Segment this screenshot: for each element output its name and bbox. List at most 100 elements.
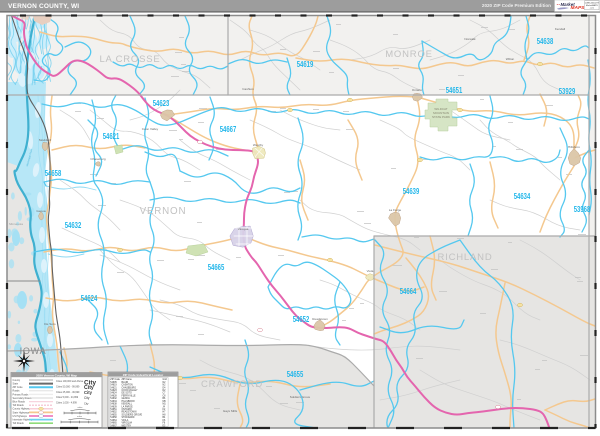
svg-text:Stoddard: Stoddard xyxy=(39,138,52,142)
svg-text:MONROE: MONROE xyxy=(385,49,433,60)
svg-text:Kendall: Kendall xyxy=(555,27,566,31)
svg-text:Wilton: Wilton xyxy=(506,57,515,61)
svg-text:GENOA: GENOA xyxy=(122,397,131,400)
svg-text:Genoa: Genoa xyxy=(36,209,46,213)
svg-text:STODDARD: STODDARD xyxy=(122,416,135,419)
svg-text:54665: 54665 xyxy=(110,423,117,425)
svg-text:CASHTON: CASHTON xyxy=(122,384,134,387)
svg-text:54605: 54605 xyxy=(110,382,117,384)
svg-text:54638: 54638 xyxy=(110,404,117,406)
svg-text:54624: 54624 xyxy=(81,294,98,303)
svg-text:VIOLA: VIOLA xyxy=(122,419,129,422)
svg-text:54667: 54667 xyxy=(220,125,237,134)
svg-text:54623: 54623 xyxy=(110,390,117,392)
svg-text:54634: 54634 xyxy=(110,401,117,403)
svg-text:54665: 54665 xyxy=(208,263,225,272)
svg-text:Blue Roads: Blue Roads xyxy=(13,401,26,404)
svg-text:Minnesota: Minnesota xyxy=(9,222,23,226)
svg-text:De Soto: De Soto xyxy=(44,322,55,326)
svg-text:54658: 54658 xyxy=(110,417,117,419)
svg-text:City: City xyxy=(84,390,93,395)
svg-text:2020 Vernon County, WI Map: 2020 Vernon County, WI Map xyxy=(36,373,77,377)
svg-text:VERNON COUNTY, WI: VERNON COUNTY, WI xyxy=(8,3,79,10)
svg-text:54664: 54664 xyxy=(110,420,117,422)
svg-text:Roads: Roads xyxy=(13,390,21,393)
svg-text:Toll Roads: Toll Roads xyxy=(13,422,25,425)
svg-text:54652: 54652 xyxy=(293,315,310,324)
svg-text:VIROQUA: VIROQUA xyxy=(122,422,133,425)
svg-text:STATE PARK: STATE PARK xyxy=(432,115,450,119)
svg-text:FERRYVILLE: FERRYVILLE xyxy=(122,395,136,397)
svg-text:2020 ZIP Code Premium Edition: 2020 ZIP Code Premium Edition xyxy=(482,3,551,8)
svg-text:.com: .com xyxy=(590,8,595,10)
svg-text:Primary Roads: Primary Roads xyxy=(13,393,30,396)
svg-text:ZIP Code: ZIP Code xyxy=(13,386,24,389)
svg-text:Soldiers Grove: Soldiers Grove xyxy=(290,395,311,399)
svg-text:SOLDIERS GROVE: SOLDIERS GROVE xyxy=(122,415,143,417)
svg-text:53929: 53929 xyxy=(559,87,576,96)
svg-text:54624: 54624 xyxy=(110,393,117,395)
svg-text:Grid: Grid xyxy=(163,378,168,381)
svg-text:La Farge: La Farge xyxy=(389,208,402,212)
svg-text:COON VALLEY: COON VALLEY xyxy=(122,389,139,392)
svg-text:BLAIR: BLAIR xyxy=(122,381,129,384)
svg-text:LA CROSSE: LA CROSSE xyxy=(99,54,160,65)
svg-text:Cities 100,000 and Above: Cities 100,000 and Above xyxy=(56,380,84,383)
svg-text:Norwalk: Norwalk xyxy=(464,37,476,41)
svg-text:54638: 54638 xyxy=(537,37,554,46)
svg-text:Cities 25,000 - 49,999: Cities 25,000 - 49,999 xyxy=(56,391,80,394)
svg-text:54632: 54632 xyxy=(65,221,82,230)
svg-text:54632: 54632 xyxy=(110,398,117,400)
svg-text:54623: 54623 xyxy=(153,99,170,108)
svg-text:County Highways: County Highways xyxy=(13,408,32,411)
svg-text:County: County xyxy=(13,379,21,382)
svg-text:READSTOWN: READSTOWN xyxy=(122,411,137,414)
svg-text:Cashton: Cashton xyxy=(242,87,254,91)
svg-text:Gays Mills: Gays Mills xyxy=(223,409,238,413)
svg-text:54628: 54628 xyxy=(110,395,117,397)
svg-text:Cities 1,000 - 4,999: Cities 1,000 - 4,999 xyxy=(56,401,77,404)
svg-text:Coon Valley: Coon Valley xyxy=(142,127,159,131)
svg-text:MAPS: MAPS xyxy=(571,5,586,11)
svg-text:miles: miles xyxy=(78,407,83,409)
svg-text:Hillsboro: Hillsboro xyxy=(568,145,580,149)
svg-text:Ontario: Ontario xyxy=(412,88,422,92)
svg-text:Chaseburg: Chaseburg xyxy=(90,157,105,161)
svg-text:54621: 54621 xyxy=(103,132,120,141)
svg-text:ZIP Code Index/Grid Locator: ZIP Code Index/Grid Locator xyxy=(123,373,164,377)
svg-text:LA FARGE: LA FARGE xyxy=(122,405,134,408)
svg-text:HILLSBORO: HILLSBORO xyxy=(122,401,135,403)
svg-text:KENDALL: KENDALL xyxy=(122,403,133,406)
svg-text:City: City xyxy=(84,401,89,405)
svg-text:54651: 54651 xyxy=(110,409,117,411)
svg-text:54658: 54658 xyxy=(45,169,62,178)
svg-text:54655: 54655 xyxy=(287,370,304,379)
svg-text:54634: 54634 xyxy=(514,192,531,201)
svg-text:State Highways: State Highways xyxy=(13,411,30,414)
svg-text:Readstown: Readstown xyxy=(312,317,328,321)
svg-text:Viroqua: Viroqua xyxy=(238,227,249,231)
svg-text:US Highways: US Highways xyxy=(13,415,28,418)
svg-text:Cities 50,000 - 99,999: Cities 50,000 - 99,999 xyxy=(56,386,80,389)
svg-text:54652: 54652 xyxy=(110,412,117,414)
svg-text:ZIP Name: ZIP Name xyxy=(122,379,133,381)
svg-text:Toll Roads: Toll Roads xyxy=(13,404,25,407)
svg-text:State: State xyxy=(13,383,19,386)
svg-text:54619: 54619 xyxy=(110,385,117,387)
svg-text:53968: 53968 xyxy=(574,205,591,214)
svg-text:54639: 54639 xyxy=(110,406,117,408)
svg-text:Viola: Viola xyxy=(367,269,374,273)
svg-text:miles: miles xyxy=(77,416,82,418)
svg-text:54664: 54664 xyxy=(400,287,417,296)
svg-text:Cities 5,000 - 24,999: Cities 5,000 - 24,999 xyxy=(56,396,79,399)
svg-text:54639: 54639 xyxy=(403,187,420,196)
svg-text:54621: 54621 xyxy=(110,387,117,389)
svg-text:54655: 54655 xyxy=(110,415,117,417)
svg-text:ZIP Code: ZIP Code xyxy=(110,379,120,381)
svg-text:CRAWFORD: CRAWFORD xyxy=(201,379,263,390)
svg-text:City: City xyxy=(84,396,90,400)
svg-text:CHASEBURG: CHASEBURG xyxy=(122,386,137,389)
svg-text:RICHLAND: RICHLAND xyxy=(438,252,493,263)
svg-text:DE SOTO: DE SOTO xyxy=(122,393,133,395)
svg-text:VERNON: VERNON xyxy=(140,206,187,217)
